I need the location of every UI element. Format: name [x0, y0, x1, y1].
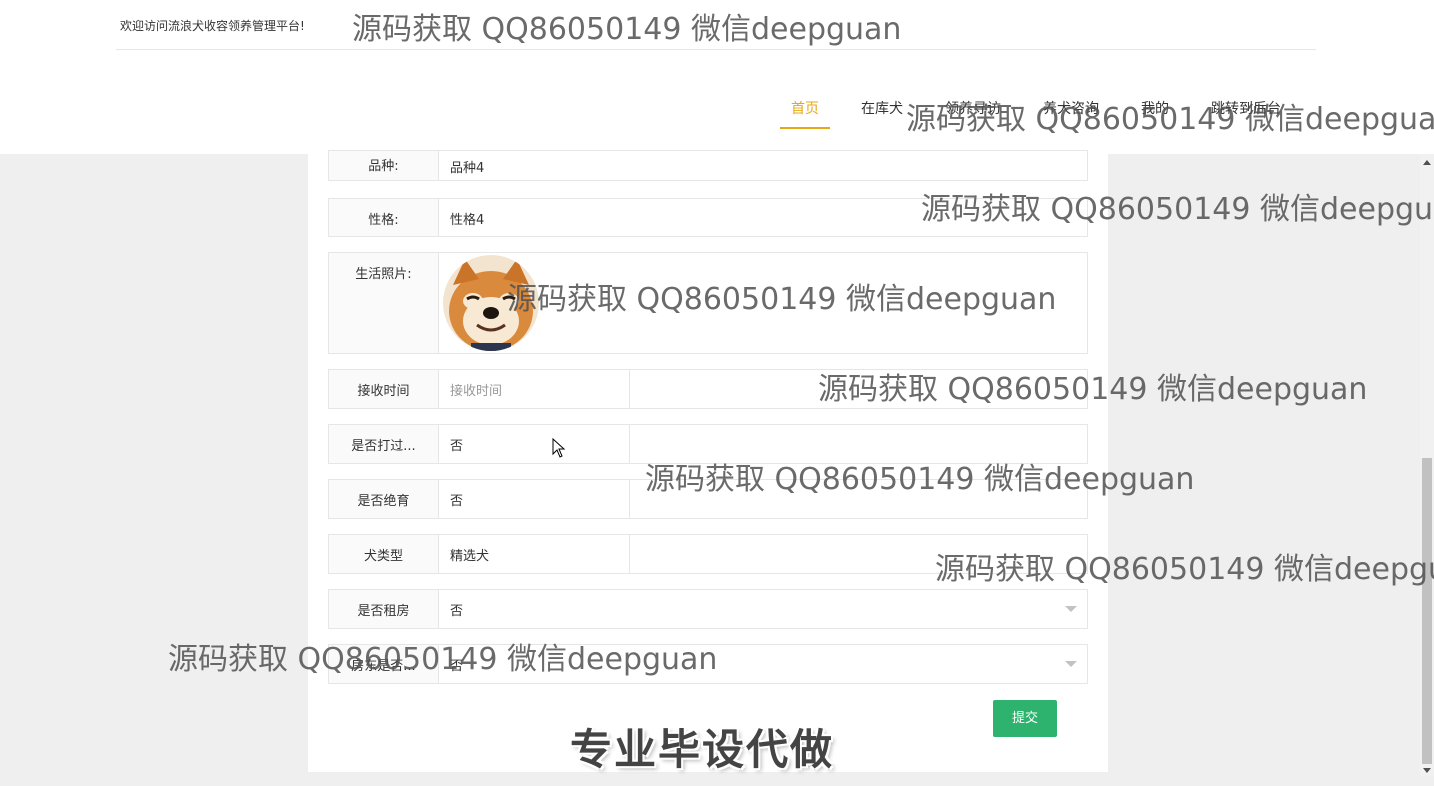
- sterilized-label: 是否绝育: [329, 480, 439, 518]
- form-row-receive-time: 接收时间 接收时间: [328, 369, 1088, 409]
- dog-type-field[interactable]: 精选犬: [440, 535, 630, 573]
- nav-item-mine[interactable]: 我的: [1130, 100, 1180, 129]
- vaccinated-field[interactable]: 否: [440, 425, 630, 463]
- landlord-label: 房东是否...: [329, 645, 439, 683]
- main-nav: 首页 在库犬 领养寻访 养犬咨询 我的 跳转到后台: [780, 100, 1312, 130]
- slogan-text: 专业毕设代做: [570, 725, 835, 774]
- temperament-field[interactable]: 性格4: [440, 199, 1088, 236]
- nav-item-admin[interactable]: 跳转到后台: [1200, 100, 1292, 129]
- chevron-down-icon[interactable]: [1065, 606, 1077, 612]
- sterilized-field[interactable]: 否: [440, 480, 630, 518]
- form-row-breed: 品种: 品种4: [328, 150, 1088, 181]
- scroll-up-icon[interactable]: [1423, 160, 1431, 165]
- page-scrollbar[interactable]: [1420, 154, 1434, 776]
- nav-item-consult[interactable]: 养犬咨询: [1032, 100, 1110, 129]
- site-header: 欢迎访问流浪犬收容领养管理平台! 首页 在库犬 领养寻访 养犬咨询 我的 跳转到…: [0, 0, 1434, 154]
- landlord-select[interactable]: 否: [440, 645, 1088, 683]
- temperament-label: 性格:: [329, 199, 439, 236]
- nav-item-adoption[interactable]: 领养寻访: [934, 100, 1012, 129]
- form-row-dog-type: 犬类型 精选犬: [328, 534, 1088, 574]
- breed-field[interactable]: 品种4: [440, 151, 1088, 180]
- receive-time-label: 接收时间: [329, 370, 439, 408]
- breed-label: 品种:: [329, 151, 439, 180]
- vaccinated-label: 是否打过...: [329, 425, 439, 463]
- header-divider: [116, 49, 1316, 50]
- mouse-pointer-icon: [552, 437, 566, 462]
- form-row-renting: 是否租房 否: [328, 589, 1088, 629]
- adoption-form: 品种: 品种4 性格: 性格4 生活照片: 接收时间 接收时间 是否打过... …: [308, 150, 1108, 774]
- photo-field: [440, 253, 1088, 353]
- photo-label: 生活照片:: [329, 253, 439, 353]
- dog-photo[interactable]: [443, 255, 539, 351]
- scroll-down-icon[interactable]: [1423, 768, 1431, 773]
- form-row-photo: 生活照片:: [328, 252, 1088, 354]
- renting-label: 是否租房: [329, 590, 439, 628]
- scroll-thumb[interactable]: [1422, 458, 1432, 764]
- submit-button[interactable]: 提交: [993, 700, 1057, 737]
- renting-select[interactable]: 否: [440, 590, 1088, 628]
- form-row-vaccinated: 是否打过... 否: [328, 424, 1088, 464]
- receive-time-input[interactable]: 接收时间: [440, 370, 630, 408]
- chevron-down-icon[interactable]: [1065, 661, 1077, 667]
- form-row-temperament: 性格: 性格4: [328, 198, 1088, 237]
- form-row-landlord: 房东是否... 否: [328, 644, 1088, 684]
- welcome-text: 欢迎访问流浪犬收容领养管理平台!: [120, 19, 305, 33]
- form-row-sterilized: 是否绝育 否: [328, 479, 1088, 519]
- nav-item-dogs[interactable]: 在库犬: [850, 100, 914, 129]
- nav-item-home[interactable]: 首页: [780, 100, 830, 129]
- dog-type-label: 犬类型: [329, 535, 439, 573]
